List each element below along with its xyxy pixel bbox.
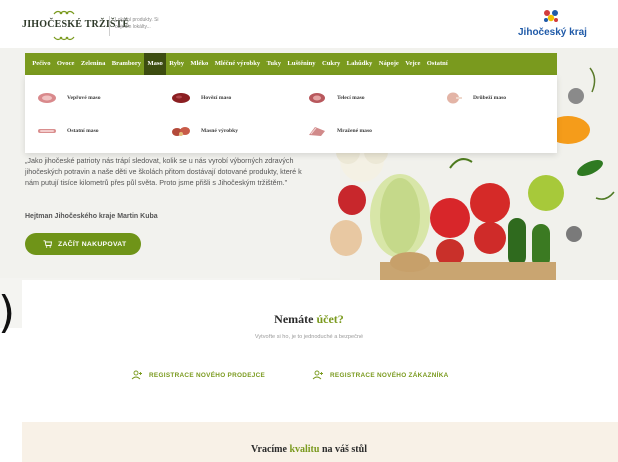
nav-item-mleko[interactable]: Mléko bbox=[187, 53, 211, 75]
nav-item-ovoce[interactable]: Ovoce bbox=[54, 53, 78, 75]
nav-item-tuky[interactable]: Tuky bbox=[263, 53, 284, 75]
register-seller-link[interactable]: REGISTRACE NOVÉHO PRODEJCE bbox=[131, 370, 265, 380]
nav-item-vejce[interactable]: Vejce bbox=[402, 53, 424, 75]
dropdown-item-label: Ostatní maso bbox=[67, 128, 99, 134]
nav-item-napoje[interactable]: Nápoje bbox=[376, 53, 403, 75]
maso-dropdown-menu: Vepřové maso Hovězí maso Telecí maso Drů… bbox=[25, 75, 557, 153]
nav-item-ostatni[interactable]: Ostatní bbox=[424, 53, 451, 75]
dropdown-item-label: Hovězí maso bbox=[201, 95, 232, 101]
add-user-icon bbox=[312, 370, 323, 380]
quality-band bbox=[22, 422, 618, 462]
logo-divider bbox=[109, 16, 110, 36]
region-crest-icon bbox=[544, 10, 558, 22]
register-seller-label: REGISTRACE NOVÉHO PRODEJCE bbox=[149, 371, 266, 379]
quality-title-highlight: kvalitu bbox=[289, 444, 320, 455]
dropdown-item-hovezi[interactable]: Hovězí maso bbox=[171, 89, 231, 107]
frozen-meat-icon bbox=[309, 127, 325, 136]
hero-quote: „Jako jihočeské patrioty nás trápí sledo… bbox=[25, 156, 302, 187]
hero-quote-author: Hejtman Jihočeského kraje Martin Kuba bbox=[25, 213, 158, 220]
shopping-cart-icon bbox=[43, 240, 52, 248]
account-subtitle: Vytvořte si ho, je to jednoduché a bezpe… bbox=[254, 334, 364, 340]
start-shopping-button[interactable]: ZAČÍT NAKUPOVAT bbox=[25, 233, 141, 255]
dropdown-item-masne-vyrobky[interactable]: Masné výrobky bbox=[171, 122, 238, 140]
register-customer-link[interactable]: REGISTRACE NOVÉHO ZÁKAZNÍKA bbox=[312, 370, 449, 380]
meat-products-icon bbox=[172, 127, 190, 136]
dropdown-item-label: Masné výrobky bbox=[201, 128, 239, 134]
nav-item-maso[interactable]: Maso bbox=[144, 53, 167, 75]
poultry-meat-icon bbox=[447, 92, 462, 104]
nav-item-lahudky[interactable]: Lahůdky bbox=[343, 53, 375, 75]
dropdown-item-label: Telecí maso bbox=[337, 95, 365, 101]
nav-item-pecivo[interactable]: Pečivo bbox=[29, 53, 54, 75]
other-meat-icon bbox=[38, 129, 56, 133]
nav-item-cukry[interactable]: Cukry bbox=[319, 53, 344, 75]
quality-title: Vracíme kvalitu na váš stůl bbox=[0, 444, 618, 455]
category-nav: Pečivo Ovoce Zelenina Brambory Maso Ryby… bbox=[25, 53, 557, 75]
account-title-text: Nemáte bbox=[274, 312, 314, 326]
pork-meat-icon bbox=[38, 93, 56, 103]
dropdown-item-veprove[interactable]: Vepřové maso bbox=[37, 89, 101, 107]
nav-item-zelenina[interactable]: Zelenina bbox=[78, 53, 109, 75]
site-logo[interactable]: JIHOČESKÉ TRŽIŠTĚ Lokální produkty. Si o… bbox=[22, 8, 182, 44]
beef-meat-icon bbox=[172, 93, 190, 103]
dropdown-item-drubezi[interactable]: Drůbeží maso bbox=[443, 89, 506, 107]
quality-title-suffix: na váš stůl bbox=[321, 444, 367, 455]
dropdown-item-mrazene[interactable]: Mražené maso bbox=[307, 122, 372, 140]
dropdown-item-label: Vepřové maso bbox=[67, 95, 101, 101]
start-shopping-label: ZAČÍT NAKUPOVAT bbox=[58, 240, 127, 248]
nav-item-lusteniny[interactable]: Luštěniny bbox=[284, 53, 319, 75]
account-title-highlight: účet? bbox=[316, 312, 344, 326]
dropdown-item-label: Drůbeží maso bbox=[473, 95, 507, 101]
nav-item-ryby[interactable]: Ryby bbox=[166, 53, 187, 75]
dropdown-item-ostatni[interactable]: Ostatní maso bbox=[37, 122, 99, 140]
site-header: JIHOČESKÉ TRŽIŠTĚ Lokální produkty. Si o… bbox=[0, 0, 618, 48]
nav-item-brambory[interactable]: Brambory bbox=[109, 53, 145, 75]
nav-item-mlecne-vyrobky[interactable]: Mléčné výrobky bbox=[212, 53, 264, 75]
leaf-sprig-icon bbox=[53, 10, 75, 15]
quality-title-text: Vracíme bbox=[251, 444, 287, 455]
account-title: Nemáte účet? bbox=[0, 312, 618, 327]
leaf-sprig-icon bbox=[53, 36, 75, 41]
dropdown-item-teleci[interactable]: Telecí maso bbox=[307, 89, 365, 107]
logo-name: JIHOČESKÉ TRŽIŠTĚ bbox=[22, 19, 130, 30]
region-logo[interactable]: Jihočeský kraj bbox=[518, 8, 587, 40]
region-name: Jihočeský kraj bbox=[518, 27, 587, 38]
register-customer-label: REGISTRACE NOVÉHO ZÁKAZNÍKA bbox=[330, 371, 449, 379]
account-section bbox=[22, 280, 598, 400]
logo-tagline: Lokální produkty. Si objedín lokálty... bbox=[115, 17, 159, 30]
dropdown-item-label: Mražené maso bbox=[337, 128, 372, 134]
veal-meat-icon bbox=[309, 93, 325, 103]
add-user-icon bbox=[131, 370, 142, 380]
